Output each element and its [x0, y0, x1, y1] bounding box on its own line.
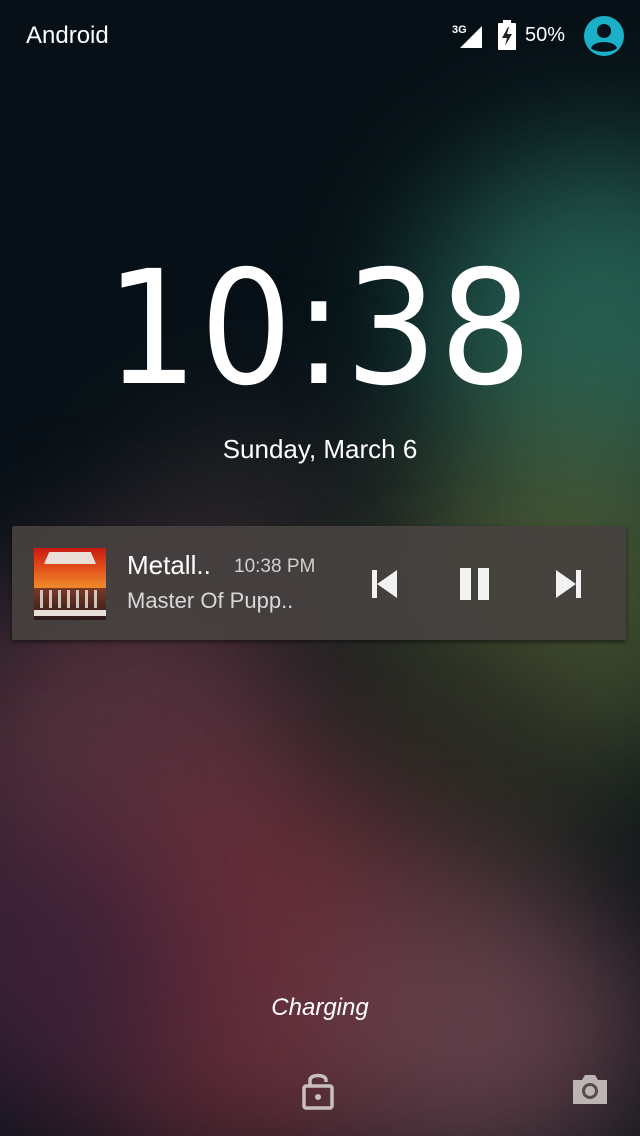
pause-icon[interactable]: [456, 564, 496, 604]
camera-icon[interactable]: [570, 1072, 610, 1106]
battery-charging-icon: [498, 20, 516, 50]
lockscreen-clock: 10:38: [0, 250, 640, 408]
charging-status: Charging: [271, 994, 369, 1021]
status-bar: Android 3G 50%: [0, 0, 640, 72]
lockscreen-date: Sunday, March 6: [222, 434, 418, 464]
account-circle-icon[interactable]: [584, 16, 624, 56]
track-album: Master Of Pupp..: [127, 588, 294, 613]
carrier-label: Android: [26, 22, 109, 49]
track-artist: Metall..: [127, 550, 211, 580]
cell-signal-icon: 3G: [452, 24, 482, 48]
notification-time: 10:38 PM: [234, 556, 316, 577]
album-art: [34, 548, 106, 620]
media-notification[interactable]: Metall.. 10:38 PM Master Of Pupp..: [12, 526, 626, 640]
clock-time: 10:38: [105, 237, 535, 421]
battery-percentage: 50%: [525, 24, 566, 46]
skip-previous-icon[interactable]: [364, 564, 404, 604]
lock-open-icon[interactable]: [300, 1070, 336, 1110]
svg-text:3G: 3G: [452, 24, 467, 36]
skip-next-icon[interactable]: [549, 564, 589, 604]
